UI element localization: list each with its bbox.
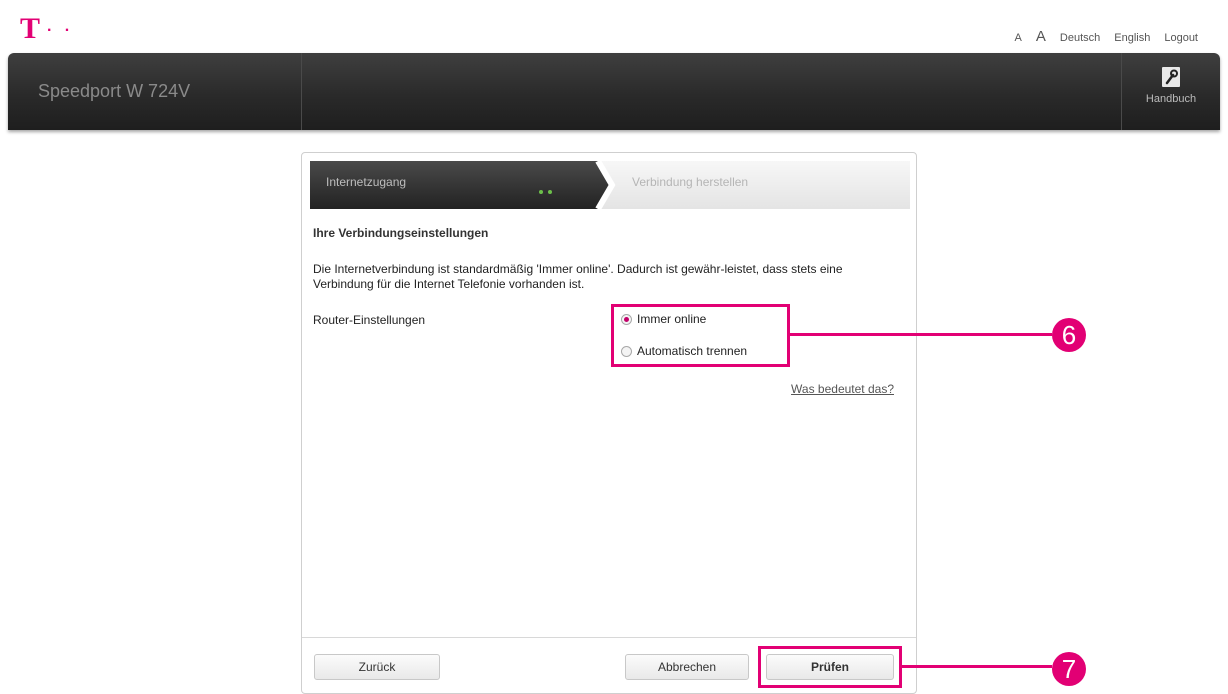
section-description: Die Internetverbindung ist standardmäßig… [313, 262, 843, 291]
font-size-small-button[interactable]: A [1015, 32, 1022, 44]
wizard-panel: Internetzugang Verbindung herstellen Ihr… [301, 152, 917, 694]
font-size-large-button[interactable]: A [1036, 28, 1046, 45]
step-progress-dots [539, 190, 552, 194]
cancel-button[interactable]: Abbrechen [625, 654, 749, 680]
annotation-highlight-radio [611, 304, 790, 367]
manual-label: Handbuch [1145, 93, 1197, 105]
top-links: A A Deutsch English Logout [1015, 28, 1198, 45]
manual-button[interactable]: Handbuch [1122, 53, 1220, 130]
annotation-line [790, 333, 1052, 336]
header-bar: Speedport W 724V Handbuch [8, 53, 1220, 130]
logout-link[interactable]: Logout [1164, 32, 1198, 44]
annotation-highlight-check-button [758, 646, 902, 688]
product-name: Speedport W 724V [38, 81, 191, 101]
logo-dots: · · [46, 22, 75, 40]
step1-label: Internetzugang [326, 175, 407, 189]
help-link[interactable]: Was bedeutet das? [791, 382, 894, 396]
section-title: Ihre Verbindungseinstellungen [313, 226, 489, 240]
wizard-steps: Internetzugang Verbindung herstellen [310, 161, 910, 209]
wrench-icon [1162, 67, 1180, 87]
router-settings-label: Router-Einstellungen [313, 313, 426, 327]
annotation-marker-6: 6 [1052, 318, 1086, 352]
footer-divider [302, 637, 916, 638]
back-button[interactable]: Zurück [314, 654, 440, 680]
annotation-marker-7: 7 [1052, 652, 1086, 686]
language-english-link[interactable]: English [1114, 32, 1150, 44]
annotation-line [902, 665, 1052, 668]
step-internetzugang: Internetzugang [310, 161, 600, 209]
step2-label: Verbindung herstellen [632, 175, 749, 189]
language-deutsch-link[interactable]: Deutsch [1060, 32, 1100, 44]
logo-letter: T [20, 12, 40, 45]
telekom-logo: T · · [20, 14, 74, 46]
header-divider [301, 53, 302, 130]
